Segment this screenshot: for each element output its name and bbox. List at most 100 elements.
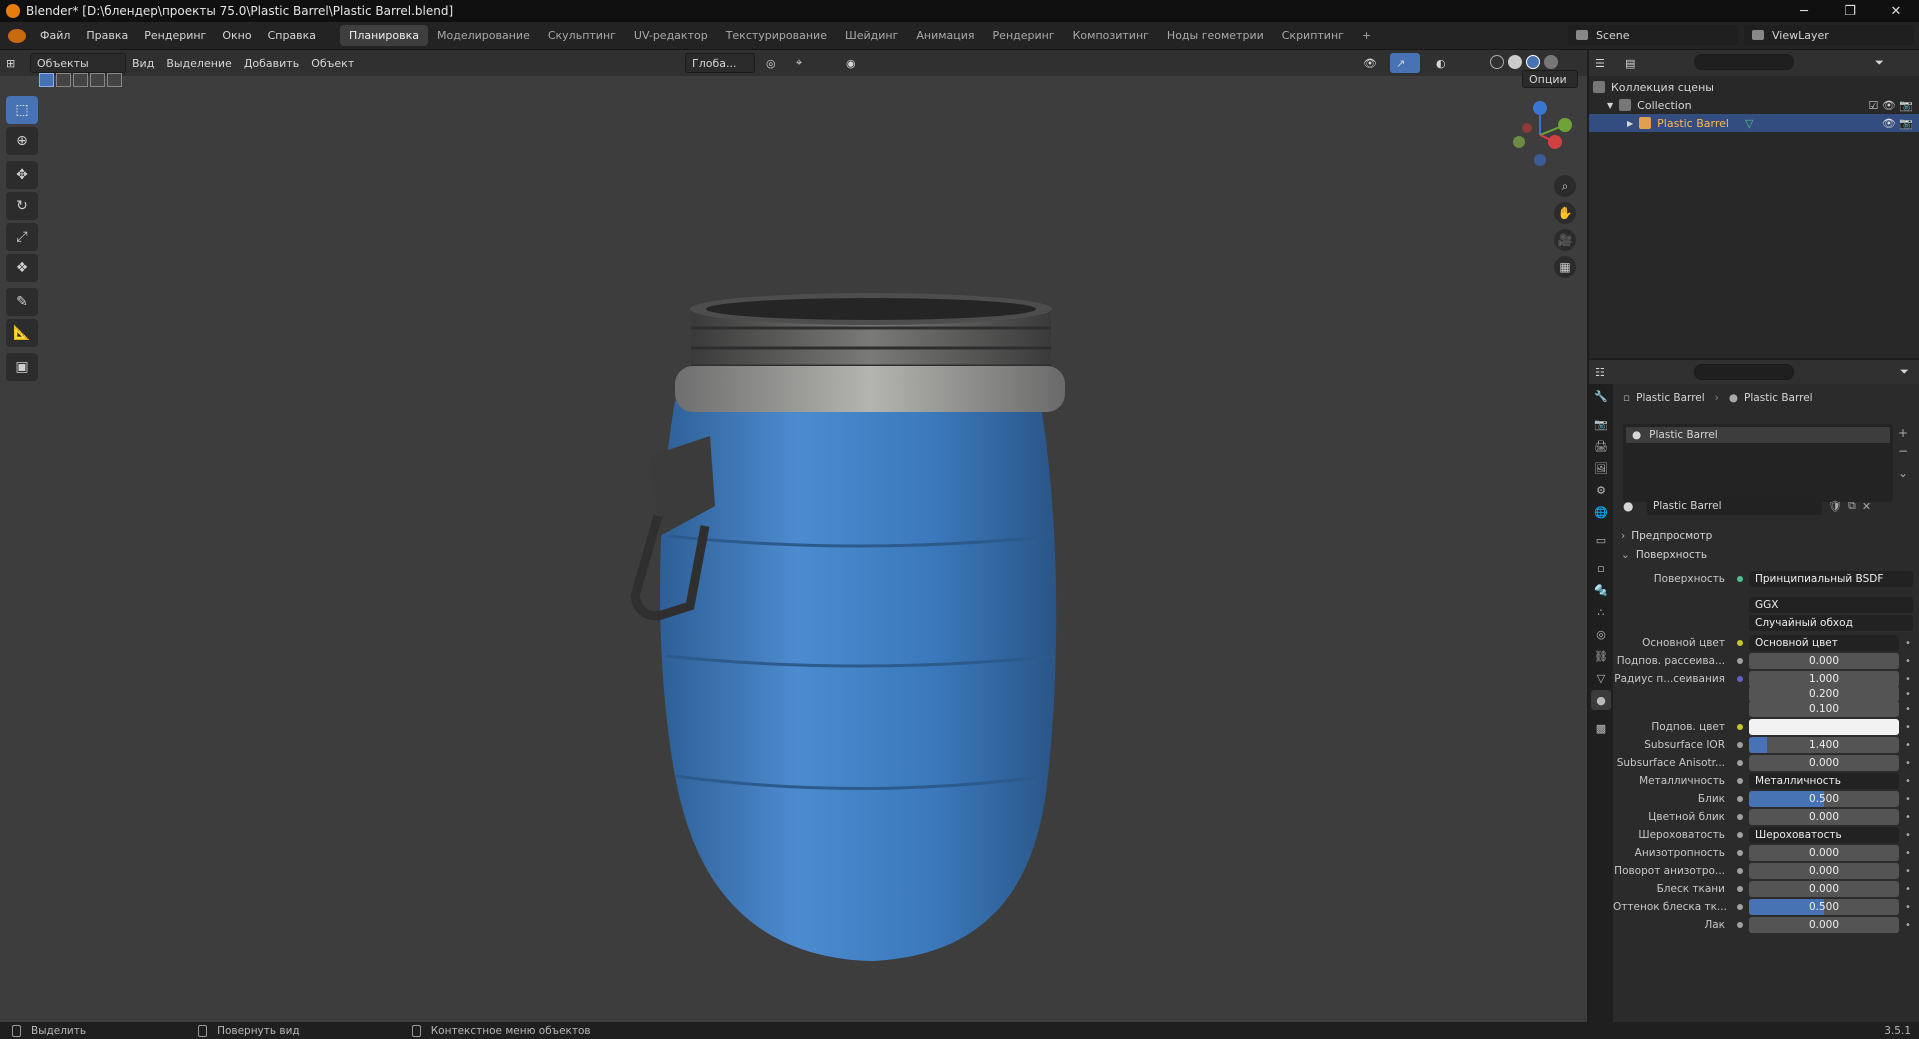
transform-orientation-dropdown[interactable]: Глоба... [685,53,755,73]
tool-tab-icon[interactable]: 🔧 [1591,386,1611,406]
input-socket-icon[interactable] [1737,886,1743,892]
menu-view[interactable]: Вид [126,53,160,73]
numeric-field[interactable]: 0.000 [1749,863,1899,879]
distribution-dropdown[interactable]: GGX [1749,597,1913,613]
tab-uv-editing[interactable]: UV-редактор [625,25,717,46]
properties-editor-icon[interactable]: ☷ [1589,362,1619,382]
outliner-plastic-barrel[interactable]: ▶ Plastic Barrel ▽ 👁 📷 [1589,114,1919,132]
world-tab-icon[interactable]: 🌐 [1591,502,1611,522]
object-tab-icon[interactable]: ▫ [1591,558,1611,578]
keyframe-dot-icon[interactable]: • [1903,674,1913,685]
scene-selector[interactable]: Scene [1568,25,1738,45]
outliner-search-input[interactable] [1694,54,1794,70]
z-axis-icon[interactable] [1533,101,1547,115]
camera-icon[interactable]: 🎥 [1554,229,1576,251]
pivot-icon[interactable]: ◎ [760,53,786,73]
input-socket-icon[interactable] [1737,778,1743,784]
input-socket-icon[interactable] [1737,676,1743,682]
keyframe-dot-icon[interactable]: • [1903,812,1913,823]
material-slots-list[interactable]: ● Plastic Barrel [1623,424,1893,502]
render-tab-icon[interactable]: 📷 [1591,414,1611,434]
menu-help[interactable]: Справка [260,29,324,42]
select-extend-icon[interactable] [56,73,71,87]
transform-tool[interactable]: ❖ [6,254,38,282]
properties-options-icon[interactable]: ⏷ [1894,362,1915,382]
expand-arrow-icon[interactable]: ▼ [1607,101,1613,110]
menu-edit[interactable]: Правка [78,29,136,42]
subsurface-method-dropdown[interactable]: Случайный обход [1749,615,1913,631]
remove-slot-button[interactable]: − [1898,442,1908,460]
linked-input-field[interactable]: Металличность [1749,773,1899,789]
keyframe-dot-icon[interactable]: • [1903,902,1913,913]
add-workspace-button[interactable]: + [1353,25,1380,46]
numeric-field[interactable]: 0.500 [1749,791,1899,807]
color-swatch[interactable] [1749,719,1899,735]
expand-arrow-icon[interactable]: ▶ [1627,119,1633,128]
view-layer-selector[interactable]: ViewLayer [1744,25,1914,45]
maximize-button[interactable]: ❐ [1827,0,1873,22]
pan-hand-icon[interactable]: ✋ [1554,202,1576,224]
cursor-tool[interactable]: ⊕ [6,127,38,155]
input-socket-icon[interactable] [1737,850,1743,856]
add-slot-button[interactable]: + [1898,424,1908,442]
menu-file[interactable]: Файл [32,29,78,42]
input-socket-icon[interactable] [1737,868,1743,874]
tab-sculpting[interactable]: Скульптинг [539,25,625,46]
input-socket-icon[interactable] [1737,640,1743,646]
particles-tab-icon[interactable]: ∴ [1591,602,1611,622]
unlink-icon[interactable]: ✕ [1862,500,1871,513]
numeric-field[interactable]: 0.000 [1749,809,1899,825]
filter-icon[interactable]: ⏷ [1869,53,1890,73]
measure-tool[interactable]: 📐 [6,319,38,347]
linked-input-field[interactable]: Шероховатость [1749,827,1899,843]
minimize-button[interactable]: ─ [1781,0,1827,22]
y-axis-icon[interactable] [1558,118,1572,132]
tab-layout[interactable]: Планировка [340,25,429,46]
outliner-collection[interactable]: ▼ Collection ☑ 👁 📷 [1589,96,1919,114]
scene-tab-icon[interactable]: ⚙ [1591,480,1611,500]
output-tab-icon[interactable]: 🖨 [1591,436,1611,456]
proportional-edit-icon[interactable]: ◉ [840,53,880,73]
surface-shader-field[interactable]: Принципиальный BSDF [1749,571,1913,587]
add-cube-tool[interactable]: ▣ [6,353,38,381]
preview-panel-header[interactable]: › Предпросмотр [1621,530,1712,542]
rotate-tool[interactable]: ↻ [6,192,38,220]
zoom-icon[interactable]: ⌕ [1554,175,1576,197]
select-invert-icon[interactable] [90,73,105,87]
tab-texture-paint[interactable]: Текстурирование [717,25,836,46]
keyframe-dot-icon[interactable]: • [1903,884,1913,895]
tab-geometry-nodes[interactable]: Ноды геометрии [1158,25,1273,46]
x-axis-icon[interactable] [1548,135,1562,149]
tab-rendering[interactable]: Рендеринг [984,25,1064,46]
texture-tab-icon[interactable]: ▩ [1591,718,1611,738]
editor-type-icon[interactable]: ⊞ [0,53,30,73]
select-intersect-icon[interactable] [107,73,122,87]
scale-tool[interactable]: ⤢ [6,223,38,251]
3d-viewport[interactable]: Опции ⬚ ⊕ ✥ ↻ ⤢ ❖ ✎ 📐 ▣ ⌕ ✋ 🎥 ▦ [0,70,1587,1022]
keyframe-dot-icon[interactable]: • [1903,740,1913,751]
material-preview-icon[interactable] [1526,55,1540,69]
outliner-editor-icon[interactable]: ☰ [1589,53,1619,73]
keyframe-dot-icon[interactable]: • [1903,794,1913,805]
blender-menu-icon[interactable] [8,28,26,43]
input-socket-icon[interactable] [1737,796,1743,802]
input-socket-icon[interactable] [1737,760,1743,766]
input-socket-icon[interactable] [1737,832,1743,838]
solid-shading-icon[interactable] [1508,55,1522,69]
linked-input-field[interactable]: Основной цвет [1749,635,1899,651]
numeric-field[interactable]: 0.500 [1749,899,1899,915]
close-button[interactable]: ✕ [1873,0,1919,22]
barrel-model[interactable] [620,216,1080,966]
overlay-icon[interactable]: ◐ [1430,53,1456,73]
navigation-gizmo[interactable] [1505,100,1575,170]
keyframe-dot-icon[interactable]: • [1903,689,1913,700]
outliner-scene-collection[interactable]: Коллекция сцены [1589,78,1919,96]
numeric-field[interactable]: 0.000 [1749,881,1899,897]
input-socket-icon[interactable] [1737,922,1743,928]
menu-object[interactable]: Объект [305,53,360,73]
numeric-field[interactable]: 0.000 [1749,653,1899,669]
input-socket-icon[interactable] [1737,742,1743,748]
physics-tab-icon[interactable]: ◎ [1591,624,1611,644]
keyframe-dot-icon[interactable]: • [1903,866,1913,877]
mode-dropdown[interactable]: Объекты [30,53,126,73]
